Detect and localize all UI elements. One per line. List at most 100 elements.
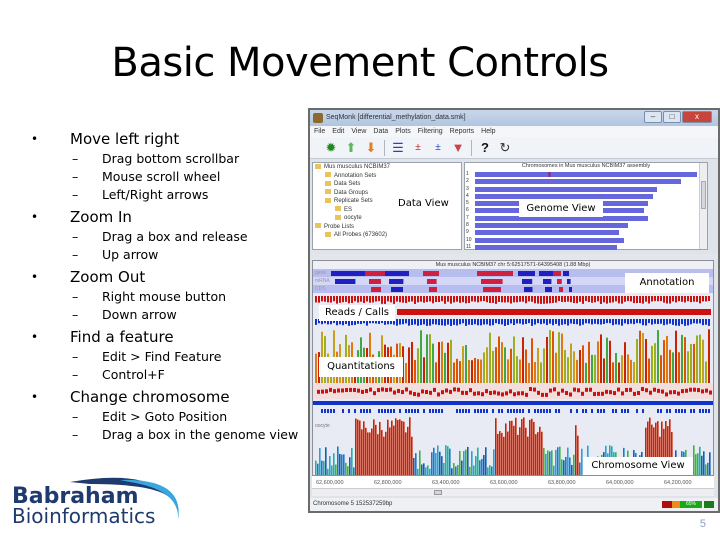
compare-plus-minus-alt-icon[interactable]: ± xyxy=(431,141,445,155)
tree-node[interactable]: Probe Lists xyxy=(313,223,461,232)
read-mark xyxy=(483,409,485,413)
menu-filtering[interactable]: Filtering xyxy=(418,126,443,137)
quantitation-bar xyxy=(449,448,451,475)
genome-view[interactable]: Chromosomes in Mus musculus NCBIM37 asse… xyxy=(464,162,708,250)
read-mark xyxy=(576,409,578,413)
quantitation-bar xyxy=(475,456,477,475)
genome-vertical-scrollbar[interactable] xyxy=(699,163,707,249)
menu-reports[interactable]: Reports xyxy=(450,126,475,137)
chromosome-bar[interactable] xyxy=(475,230,620,236)
upload-icon[interactable]: ⬆ xyxy=(344,140,358,155)
bullet-label: Zoom In xyxy=(70,208,132,226)
read-mark xyxy=(489,296,491,304)
horizontal-scrollbar[interactable] xyxy=(312,488,714,496)
quantitation-bar xyxy=(453,463,455,475)
chromosome-bar[interactable] xyxy=(475,193,653,199)
tree-node[interactable]: Data Groups xyxy=(313,189,461,198)
mrna-feature xyxy=(567,279,571,284)
quantitation-bar xyxy=(672,352,674,383)
tree-node[interactable]: oocyte xyxy=(313,214,461,223)
quantitation-bar xyxy=(525,427,527,475)
quantitation-bar xyxy=(487,467,489,475)
quantitation-bar xyxy=(552,331,554,383)
help-icon[interactable]: ? xyxy=(478,140,492,155)
quantitation-bar xyxy=(379,421,381,475)
maximize-button[interactable]: □ xyxy=(663,111,681,123)
tree-node[interactable]: Annotation Sets xyxy=(313,172,461,181)
sliders-icon[interactable]: ☰ xyxy=(391,140,405,155)
new-project-icon[interactable]: ✹ xyxy=(324,140,338,155)
scroll-thumb[interactable] xyxy=(434,490,442,495)
reads-calls-label: Reads / Calls xyxy=(319,305,395,321)
chromosome-bar[interactable] xyxy=(475,172,697,177)
quantitation-bar xyxy=(499,431,501,475)
quantitation-bar xyxy=(547,450,549,475)
read-mark xyxy=(462,409,464,413)
compare-plus-minus-icon[interactable]: ± xyxy=(411,141,425,155)
read-mark xyxy=(453,296,455,303)
chromosome-bar[interactable] xyxy=(475,179,682,185)
menu-plots[interactable]: Plots xyxy=(395,126,411,137)
quantitation-bar xyxy=(612,362,614,383)
close-button[interactable]: x xyxy=(682,111,712,123)
read-mark xyxy=(552,319,554,326)
chromosome-bar[interactable] xyxy=(475,186,658,192)
tree-node[interactable]: Data Sets xyxy=(313,180,461,189)
read-mark xyxy=(465,409,467,413)
memory-gc-icon[interactable] xyxy=(704,501,714,508)
quantitation-bar xyxy=(441,456,443,475)
chromosome-view[interactable]: Mus musculus NCBIM37 chr 5:62517571-6439… xyxy=(312,260,714,476)
read-mark xyxy=(681,389,684,394)
read-mark xyxy=(389,387,392,392)
quantitation-bar xyxy=(645,339,647,383)
sub-bullet-item: – Drag a box in the genome view xyxy=(28,426,308,444)
quantitation-bar xyxy=(534,362,536,383)
chromosome-bar[interactable] xyxy=(475,237,624,243)
mrna-feature xyxy=(335,279,356,284)
quantitation-bar xyxy=(630,359,632,383)
quantitation-bar xyxy=(389,427,391,475)
read-mark xyxy=(426,319,428,326)
read-mark xyxy=(498,319,500,325)
sub-bullet-item: – Left/Right arrows xyxy=(28,186,308,204)
read-mark xyxy=(573,387,576,392)
quantitation-bar xyxy=(347,466,349,475)
menu-file[interactable]: File xyxy=(314,126,325,137)
read-mark xyxy=(519,409,521,413)
filter-funnel-icon[interactable]: ▼ xyxy=(451,140,465,155)
quantitation-bar xyxy=(639,330,641,383)
menu-help[interactable]: Help xyxy=(481,126,495,137)
read-mark xyxy=(525,296,527,304)
gene-feature xyxy=(331,271,365,276)
read-mark xyxy=(522,296,524,302)
menu-data[interactable]: Data xyxy=(373,126,388,137)
menu-edit[interactable]: Edit xyxy=(332,126,344,137)
quantitation-bar xyxy=(429,468,431,475)
read-mark xyxy=(639,319,641,324)
read-mark xyxy=(612,319,614,326)
chromosome-bar[interactable] xyxy=(475,223,629,229)
chromosome-bar[interactable] xyxy=(475,244,618,250)
download-icon[interactable]: ⬇ xyxy=(364,140,378,155)
read-mark xyxy=(624,319,626,324)
menu-view[interactable]: View xyxy=(351,126,366,137)
minimize-button[interactable]: – xyxy=(644,111,662,123)
read-mark xyxy=(627,319,629,325)
read-mark xyxy=(459,409,461,413)
read-mark xyxy=(507,296,509,303)
quantitation-bar xyxy=(531,338,533,383)
dash-icon: – xyxy=(72,409,79,424)
read-mark xyxy=(318,296,320,303)
tree-node[interactable]: Mus musculus NCBIM37 xyxy=(313,163,461,172)
refresh-icon[interactable]: ↻ xyxy=(498,140,512,155)
read-mark xyxy=(660,296,662,302)
read-mark xyxy=(558,296,560,302)
cds-feature xyxy=(545,287,552,292)
sub-bullet-item: – Mouse scroll wheel xyxy=(28,168,308,186)
tree-node[interactable]: All Probes (673602) xyxy=(313,231,461,240)
scroll-thumb[interactable] xyxy=(701,181,706,209)
chromosome-number: 2 xyxy=(466,178,469,185)
read-mark xyxy=(690,319,692,325)
bullet-item: • Change chromosome xyxy=(28,386,308,408)
read-mark xyxy=(456,296,458,302)
